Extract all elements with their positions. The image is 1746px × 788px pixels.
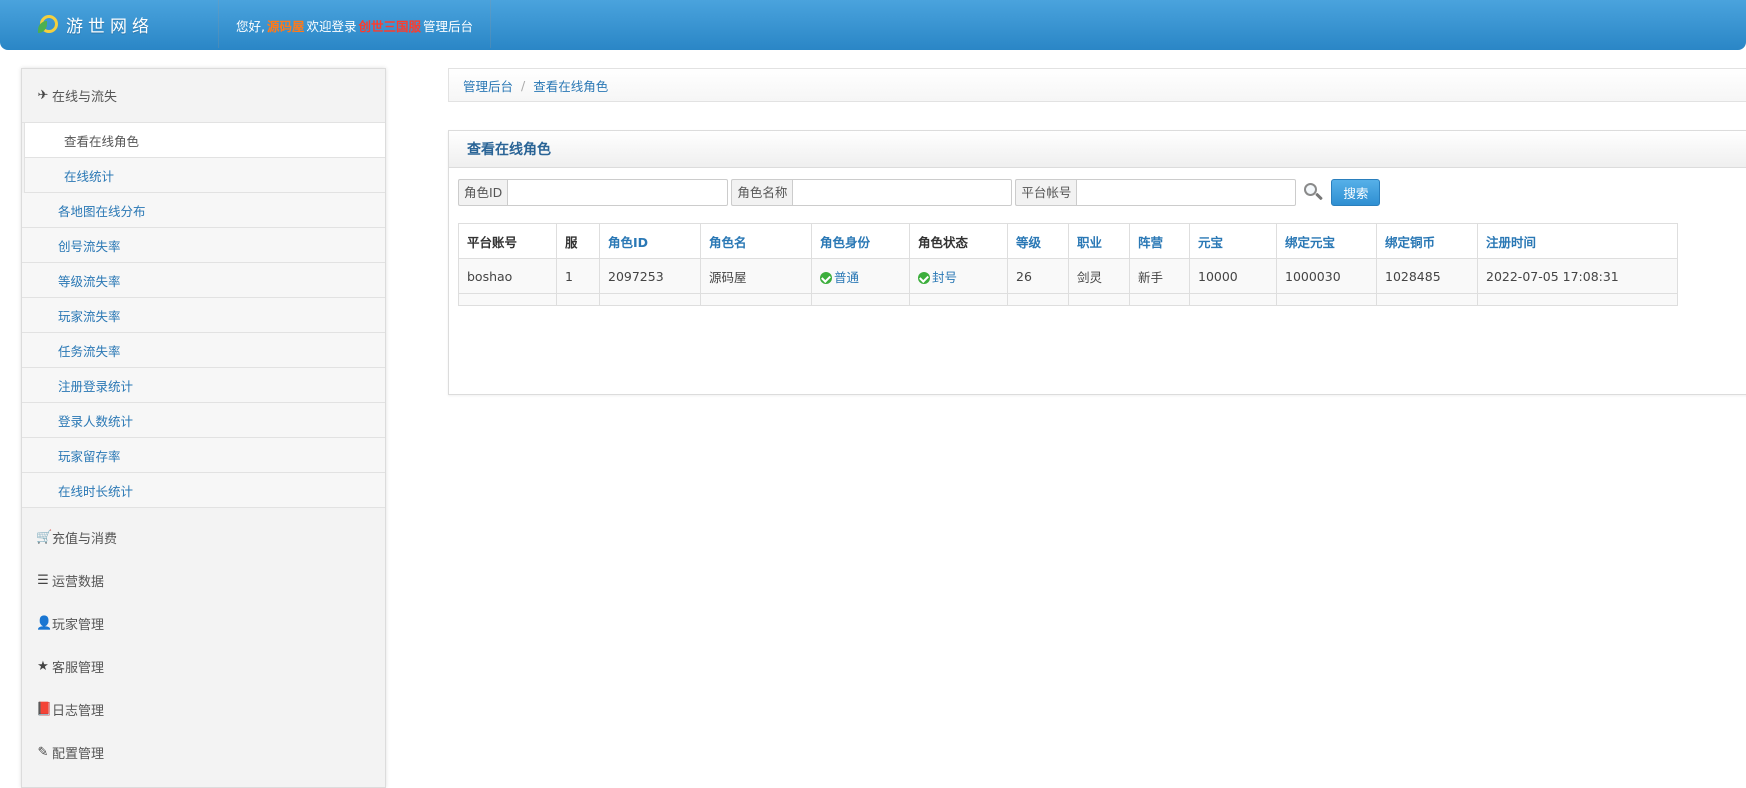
user-icon: 👤 xyxy=(36,616,53,631)
cell-level: 26 xyxy=(1007,258,1069,294)
sidebar-item-creation-churn[interactable]: 创号流失率 xyxy=(22,228,385,263)
sidebar-item-player-churn[interactable]: 玩家流失率 xyxy=(22,298,385,333)
header-divider xyxy=(218,0,219,48)
header-divider xyxy=(490,0,491,48)
table-header-row: 平台账号 服 角色ID 角色名 角色身份 角色状态 等级 职业 阵营 元宝 绑定… xyxy=(458,223,1678,259)
column-header-sortable[interactable]: 角色名 xyxy=(700,223,812,259)
breadcrumb-home-link[interactable]: 管理后台 xyxy=(463,76,513,95)
sidebar-section-logs[interactable]: 📕 日志管理 xyxy=(22,688,385,731)
column-header: 平台账号 xyxy=(458,223,557,259)
sidebar-section-operations[interactable]: ☰ 运营数据 xyxy=(22,559,385,602)
breadcrumb: 管理后台 / 查看在线角色 xyxy=(448,68,1746,102)
sidebar-section-support[interactable]: ★ 客服管理 xyxy=(22,645,385,688)
column-header-sortable[interactable]: 等级 xyxy=(1007,223,1069,259)
column-header: 服 xyxy=(556,223,600,259)
column-header-sortable[interactable]: 元宝 xyxy=(1189,223,1277,259)
sidebar-item-login-count-stats[interactable]: 登录人数统计 xyxy=(22,403,385,438)
role-id-input[interactable] xyxy=(507,179,729,206)
sidebar-item-register-login-stats[interactable]: 注册登录统计 xyxy=(22,368,385,403)
sidebar-item-quest-churn[interactable]: 任务流失率 xyxy=(22,333,385,368)
cell-faction: 新手 xyxy=(1129,258,1190,294)
sidebar-section-label: 配置管理 xyxy=(52,747,105,762)
column-header-sortable[interactable]: 角色ID xyxy=(599,223,701,259)
cell-register-time: 2022-07-05 17:08:31 xyxy=(1477,258,1678,294)
cell-bound-copper: 1028485 xyxy=(1376,258,1478,294)
sidebar-section-label: 客服管理 xyxy=(52,661,105,676)
panel-title: 查看在线角色 xyxy=(449,131,1746,168)
role-name-label: 角色名称 xyxy=(731,179,793,206)
role-id-label: 角色ID xyxy=(458,179,508,206)
sidebar-item-online-stats[interactable]: 在线统计 xyxy=(24,158,385,193)
table-spacer-row xyxy=(458,293,1678,306)
column-header-sortable[interactable]: 注册时间 xyxy=(1477,223,1678,259)
sidebar-section-online-churn[interactable]: ✈ 在线与流失 xyxy=(22,69,385,122)
online-roles-table: 平台账号 服 角色ID 角色名 角色身份 角色状态 等级 职业 阵营 元宝 绑定… xyxy=(458,223,1678,306)
welcome-text: 欢迎登录 xyxy=(306,19,357,34)
search-button[interactable]: 搜索 xyxy=(1331,179,1381,206)
check-circle-icon xyxy=(918,271,930,284)
role-name-field-group: 角色名称 xyxy=(731,179,1013,206)
cell-role-status[interactable]: 封号 xyxy=(909,258,1008,294)
check-circle-icon xyxy=(820,271,832,284)
breadcrumb-current-link[interactable]: 查看在线角色 xyxy=(533,76,608,95)
cell-account: boshao xyxy=(458,258,557,294)
role-id-field-group: 角色ID xyxy=(458,179,729,206)
sidebar-section-config[interactable]: ✎ 配置管理 xyxy=(22,731,385,774)
sidebar-section-players[interactable]: 👤 玩家管理 xyxy=(22,602,385,645)
account-label: 平台帐号 xyxy=(1015,179,1077,206)
top-header: 游世网络 您好, 源码屋 欢迎登录 创世三国服 管理后台 xyxy=(0,0,1746,50)
star-icon: ★ xyxy=(37,659,49,674)
sidebar-item-online-duration[interactable]: 在线时长统计 xyxy=(22,473,385,508)
sidebar-section-label: 在线与流失 xyxy=(52,90,118,105)
sidebar-item-retention[interactable]: 玩家留存率 xyxy=(22,438,385,473)
sidebar-submenu: 查看在线角色 在线统计 各地图在线分布 创号流失率 等级流失率 玩家流失率 任务… xyxy=(22,122,385,508)
sidebar: ✈ 在线与流失 查看在线角色 在线统计 各地图在线分布 创号流失率 等级流失率 … xyxy=(21,68,386,788)
cell-role-identity[interactable]: 普通 xyxy=(811,258,910,294)
list-icon: ☰ xyxy=(37,573,49,588)
brand-name: 游世网络 xyxy=(66,16,154,37)
account-input[interactable] xyxy=(1076,179,1297,206)
column-header: 角色状态 xyxy=(909,223,1008,259)
game-name: 创世三国服 xyxy=(358,19,422,34)
cell-role-name: 源码屋 xyxy=(700,258,812,294)
column-header-sortable[interactable]: 绑定元宝 xyxy=(1276,223,1377,259)
cell-yuanbao: 10000 xyxy=(1189,258,1277,294)
admin-text: 管理后台 xyxy=(423,19,474,34)
cell-bound-yuanbao: 1000030 xyxy=(1276,258,1377,294)
sidebar-section-label: 运营数据 xyxy=(52,575,105,590)
table-row: boshao 1 2097253 源码屋 普通 封号 26 剑灵 新手 1000… xyxy=(458,258,1678,294)
book-icon: 📕 xyxy=(36,702,53,717)
sidebar-section-label: 充值与消费 xyxy=(52,532,118,547)
sidebar-item-view-online-roles[interactable]: 查看在线角色 xyxy=(24,123,385,158)
sidebar-section-label: 日志管理 xyxy=(52,704,105,719)
online-roles-panel: 查看在线角色 角色ID 角色名称 平台帐号 搜索 平台账号 服 角色ID 角色名… xyxy=(448,130,1746,395)
column-header-sortable[interactable]: 绑定铜币 xyxy=(1376,223,1478,259)
search-form: 角色ID 角色名称 平台帐号 搜索 xyxy=(458,179,1381,206)
brand[interactable]: 游世网络 xyxy=(38,10,154,38)
search-icon xyxy=(1303,182,1325,204)
edit-icon: ✎ xyxy=(37,745,49,760)
greeting-text: 您好, xyxy=(236,19,265,34)
account-field-group: 平台帐号 xyxy=(1015,179,1297,206)
column-header-sortable[interactable]: 阵营 xyxy=(1129,223,1190,259)
cell-role-id: 2097253 xyxy=(599,258,701,294)
plane-icon: ✈ xyxy=(37,88,49,103)
cart-icon: 🛒 xyxy=(36,530,53,545)
column-header-sortable[interactable]: 职业 xyxy=(1068,223,1130,259)
role-name-input[interactable] xyxy=(792,179,1013,206)
cell-class: 剑灵 xyxy=(1068,258,1130,294)
sidebar-section-label: 玩家管理 xyxy=(52,618,105,633)
cell-server: 1 xyxy=(556,258,600,294)
column-header-sortable[interactable]: 角色身份 xyxy=(811,223,910,259)
sidebar-section-recharge[interactable]: 🛒 充值与消费 xyxy=(22,516,385,559)
sidebar-item-level-churn[interactable]: 等级流失率 xyxy=(22,263,385,298)
username: 源码屋 xyxy=(266,19,305,34)
brand-logo-icon xyxy=(38,13,60,35)
sidebar-item-map-distribution[interactable]: 各地图在线分布 xyxy=(22,193,385,228)
welcome-message: 您好, 源码屋 欢迎登录 创世三国服 管理后台 xyxy=(236,16,473,35)
breadcrumb-separator: / xyxy=(521,77,526,93)
